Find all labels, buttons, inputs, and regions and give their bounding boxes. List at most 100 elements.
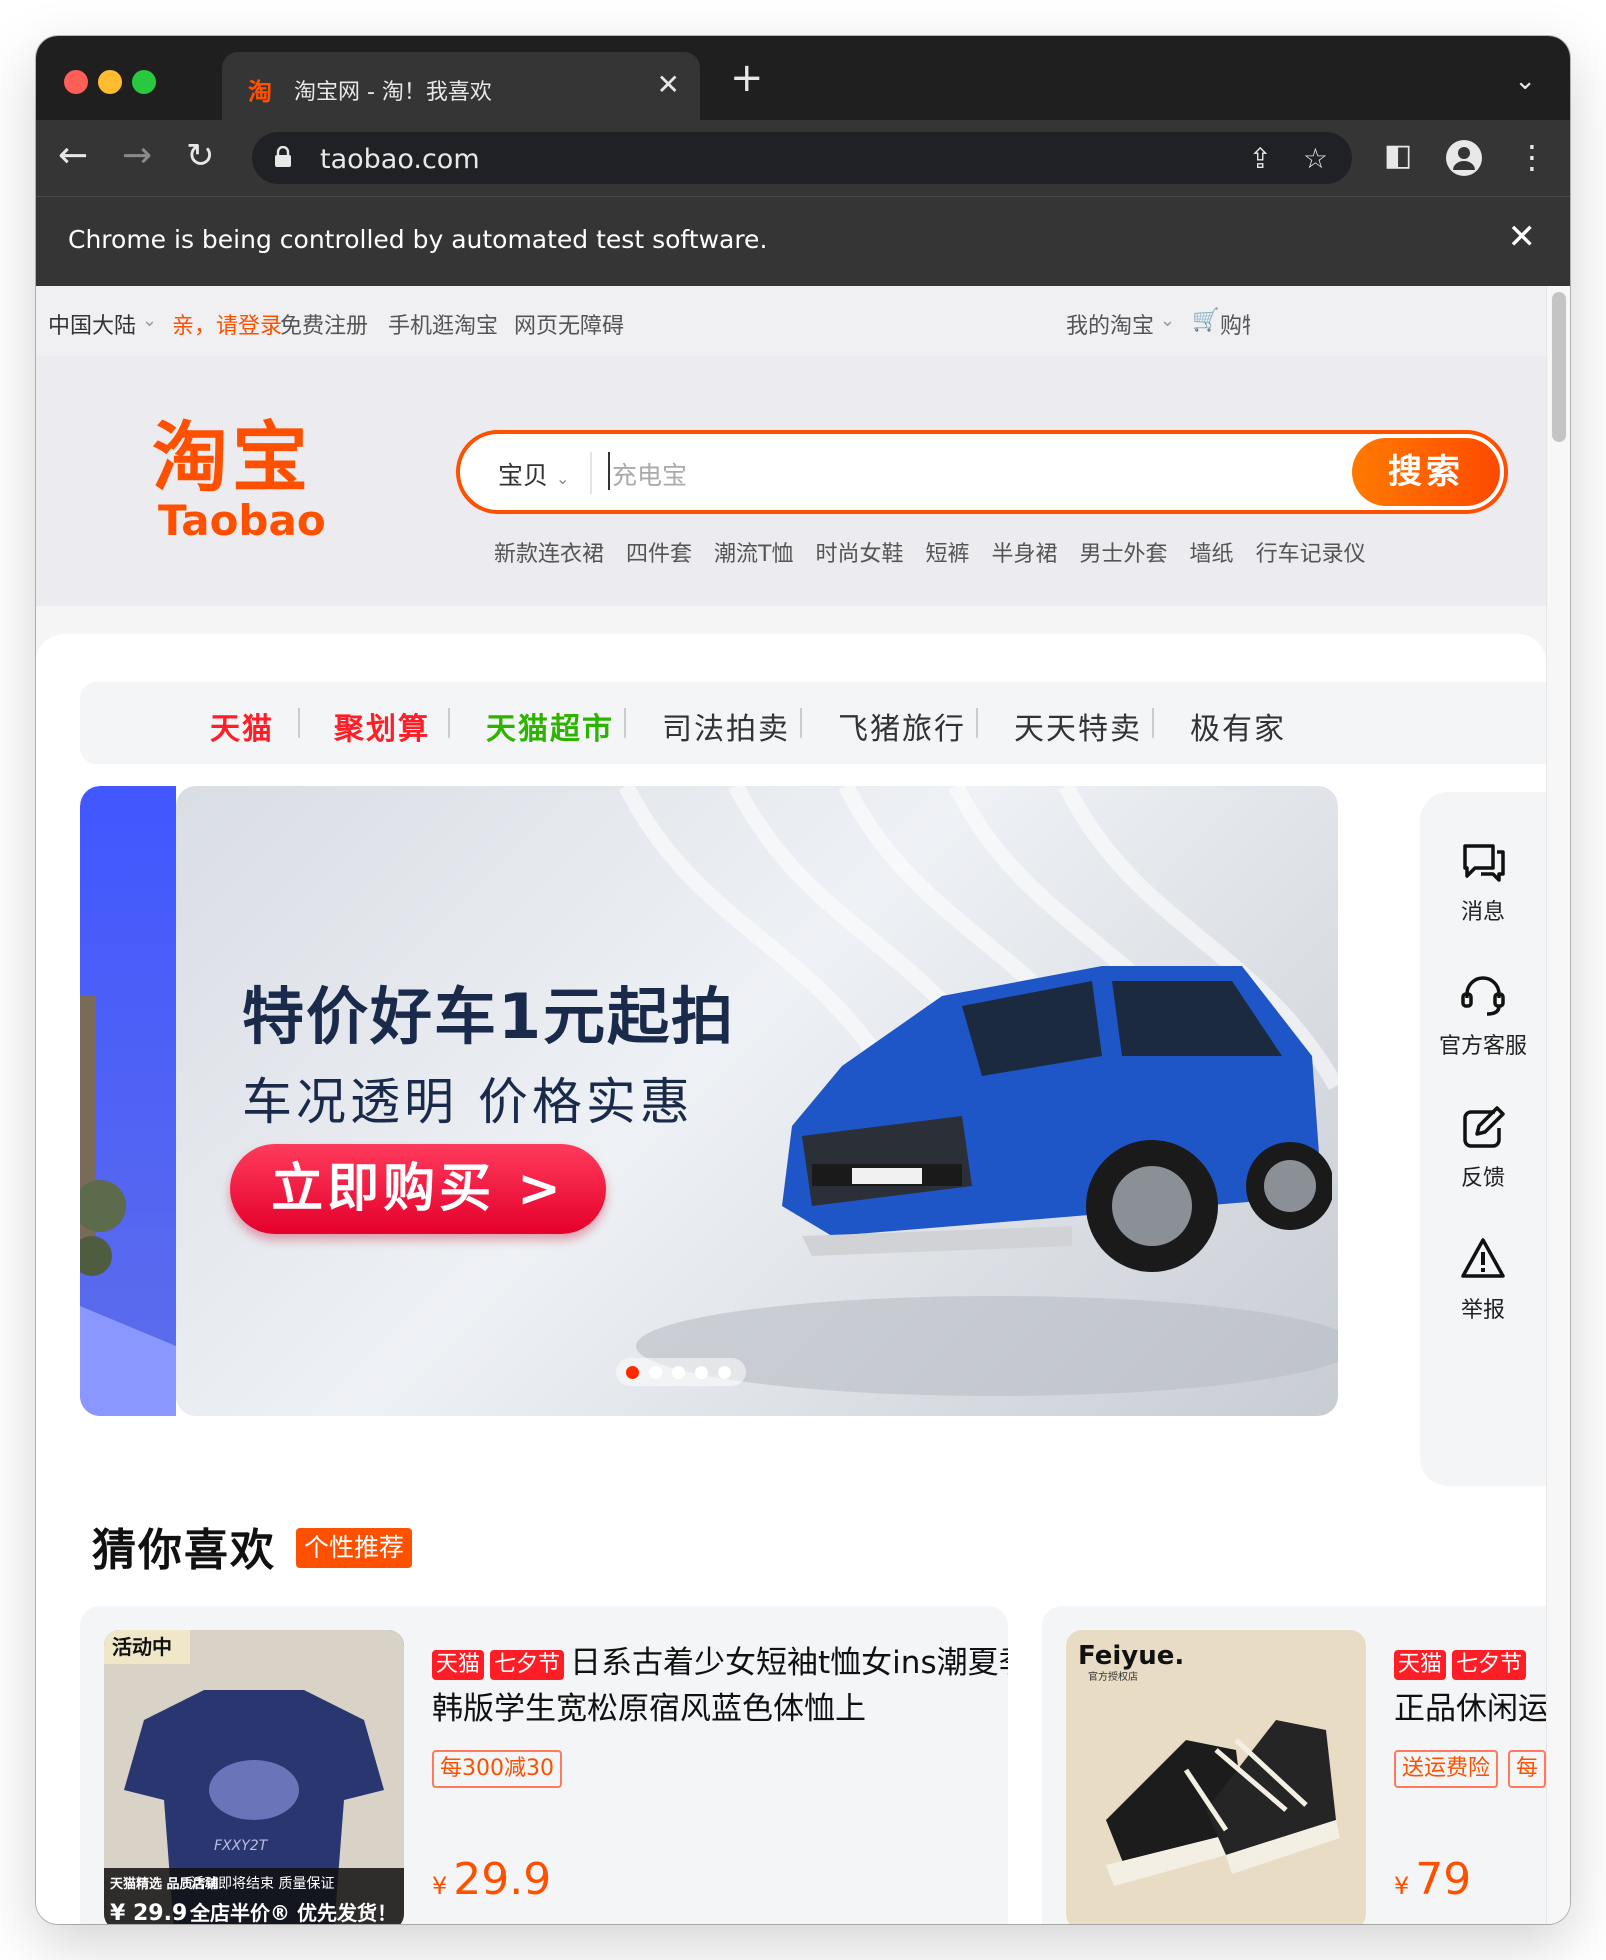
feedback-button[interactable]: 反馈 xyxy=(1420,1104,1546,1192)
minimize-window-button[interactable] xyxy=(98,70,122,94)
tmall-badge: 天猫 xyxy=(1394,1649,1447,1680)
coupon-tag: 每300减30 xyxy=(432,1750,562,1788)
carousel-indicator xyxy=(616,1358,746,1386)
previous-slide-peek[interactable] xyxy=(80,786,176,1416)
divider xyxy=(624,708,626,738)
channel-juhuasuan[interactable]: 聚划算 xyxy=(334,704,430,748)
product-title[interactable]: 天猫 七夕节 日系古着少女短袖t恤女ins潮夏季韩版学生宽松原宿风蓝色体恤上 每30… xyxy=(432,1640,1008,1788)
banner-headline: 特价好车1元起拍 xyxy=(242,980,736,1053)
profile-avatar-icon[interactable] xyxy=(1446,140,1482,176)
zoom-window-button[interactable] xyxy=(132,70,156,94)
channel-daily-sale[interactable]: 天天特卖 xyxy=(1014,704,1142,748)
mobile-link[interactable]: 手机逛淘宝 xyxy=(388,308,498,340)
hotword-link[interactable]: 男士外套 xyxy=(1080,542,1168,567)
region-selector[interactable]: 中国大陆 xyxy=(48,308,136,340)
product-title[interactable]: 天猫七夕节 正品休闲运动鞋 送运费险每 xyxy=(1394,1640,1546,1788)
bookmark-star-icon[interactable]: ☆ xyxy=(1303,142,1328,175)
browser-toolbar: ← → ↻ taobao.com ⇪ ☆ ◧ ⋮ xyxy=(36,120,1570,196)
headset-icon xyxy=(1461,976,1505,1016)
product-image[interactable]: FXXY2T 活动中 天猫精选 品质店铺 活动即将结束 质量保证 ¥ 29.9 … xyxy=(104,1630,404,1924)
hotword-link[interactable]: 四件套 xyxy=(626,542,692,567)
login-link[interactable]: 亲，请登录 xyxy=(172,308,282,340)
channel-nav: 天猫 聚划算 天猫超市 司法拍卖 飞猪旅行 天天特卖 极有家 xyxy=(80,682,1546,764)
browser-tab[interactable]: 淘 淘宝网 - 淘！我喜欢 ✕ xyxy=(222,52,700,120)
divider xyxy=(590,452,592,494)
close-window-button[interactable] xyxy=(64,70,88,94)
chevron-down-icon[interactable]: ⌄ xyxy=(1160,310,1175,331)
chevron-down-icon[interactable]: ⌄ xyxy=(1514,66,1536,96)
image-caption: 活动即将结束 质量保证 xyxy=(190,1876,334,1892)
channel-jiyoujia[interactable]: 极有家 xyxy=(1190,704,1286,748)
taobao-logo-text[interactable]: Taobao xyxy=(158,498,326,544)
text-caret xyxy=(608,452,610,490)
divider xyxy=(976,708,978,738)
register-link[interactable]: 免费注册 xyxy=(280,308,368,340)
hotword-link[interactable]: 潮流T恤 xyxy=(714,542,793,567)
search-category-select[interactable]: 宝贝 ⌄ xyxy=(498,456,569,492)
carousel-dot[interactable] xyxy=(695,1366,708,1379)
new-tab-icon[interactable]: + xyxy=(730,58,764,98)
search-button[interactable]: 搜索 xyxy=(1352,438,1500,506)
channel-fliggy[interactable]: 飞猪旅行 xyxy=(838,704,966,748)
carousel-dot[interactable] xyxy=(649,1366,662,1379)
product-card[interactable]: Feiyue. 官方授权店 天猫七夕节 正品休闲运动鞋 送运费险每 xyxy=(1042,1606,1546,1924)
hotword-link[interactable]: 时尚女鞋 xyxy=(815,542,903,567)
messages-label: 消息 xyxy=(1460,900,1505,925)
forward-arrow-icon[interactable]: → xyxy=(122,134,152,178)
carousel-dot[interactable] xyxy=(626,1366,639,1379)
product-price: ¥79 xyxy=(1394,1854,1472,1905)
address-bar[interactable]: taobao.com ⇪ ☆ xyxy=(252,132,1352,184)
tmall-badge: 天猫 xyxy=(432,1649,485,1680)
taobao-logo[interactable]: 淘宝 xyxy=(152,418,312,498)
blue-suv-icon xyxy=(782,966,1332,1272)
channel-tmall[interactable]: 天猫 xyxy=(210,704,274,748)
scrollbar-thumb[interactable] xyxy=(1552,292,1566,442)
promo-banner[interactable]: 特价好车1元起拍 车况透明 价格实惠 立即购买 > xyxy=(80,786,1338,1416)
browser-window: 淘 淘宝网 - 淘！我喜欢 ✕ + ⌄ ← → ↻ taobao.com ⇪ ☆… xyxy=(36,36,1570,1924)
carousel-dot[interactable] xyxy=(718,1366,731,1379)
hotword-link[interactable]: 行车记录仪 xyxy=(1256,542,1366,567)
brand-sub: 官方授权店 xyxy=(1088,1670,1138,1683)
hotword-link[interactable]: 新款连衣裙 xyxy=(494,542,604,567)
side-panel-icon[interactable]: ◧ xyxy=(1384,138,1412,173)
image-promo: 全店半价® 优先发货！ xyxy=(189,1901,397,1924)
share-icon[interactable]: ⇪ xyxy=(1249,142,1272,175)
report-button[interactable]: 举报 xyxy=(1420,1236,1546,1324)
taobao-favicon-icon: 淘 xyxy=(248,78,272,106)
reload-icon[interactable]: ↻ xyxy=(186,134,215,178)
channel-judicial-auction[interactable]: 司法拍卖 xyxy=(662,704,790,748)
my-taobao-link[interactable]: 我的淘宝 xyxy=(1066,308,1154,340)
messages-button[interactable]: 消息 xyxy=(1420,840,1546,926)
cart-link[interactable]: 购物车 xyxy=(1220,308,1250,340)
edit-icon xyxy=(1463,1106,1505,1148)
url-text[interactable]: taobao.com xyxy=(320,144,480,175)
product-card[interactable]: FXXY2T 活动中 天猫精选 品质店铺 活动即将结束 质量保证 ¥ 29.9 … xyxy=(80,1606,1008,1924)
channel-tmall-supermarket[interactable]: 天猫超市 xyxy=(486,704,614,748)
close-infobar-icon[interactable]: ✕ xyxy=(1508,217,1537,257)
hotword-link[interactable]: 墙纸 xyxy=(1190,542,1234,567)
shirt-print-text: FXXY2T xyxy=(214,1838,269,1854)
buy-now-button[interactable]: 立即购买 > xyxy=(230,1144,606,1234)
title-bar: 淘 淘宝网 - 淘！我喜欢 ✕ + ⌄ xyxy=(36,36,1570,120)
chevron-down-icon[interactable]: ⌄ xyxy=(142,310,157,331)
main-content: 天猫 聚划算 天猫超市 司法拍卖 飞猪旅行 天天特卖 极有家 特价好车1元起拍 … xyxy=(36,634,1546,1924)
slide-car-auction[interactable]: 特价好车1元起拍 车况透明 价格实惠 立即购买 > xyxy=(176,786,1338,1416)
back-arrow-icon[interactable]: ← xyxy=(58,134,88,178)
close-tab-icon[interactable]: ✕ xyxy=(657,68,680,101)
accessibility-link[interactable]: 网页无障碍 xyxy=(514,308,624,340)
hotword-link[interactable]: 短裤 xyxy=(926,542,970,567)
carousel-dot[interactable] xyxy=(672,1366,685,1379)
report-label: 举报 xyxy=(1460,1298,1505,1323)
page-scrollbar[interactable] xyxy=(1546,286,1570,1924)
customer-service-button[interactable]: 官方客服 xyxy=(1420,972,1546,1060)
feedback-label: 反馈 xyxy=(1460,1166,1505,1191)
cart-icon[interactable]: 🛒 xyxy=(1192,308,1219,333)
personalized-tag: 个性推荐 xyxy=(296,1528,413,1568)
hotword-link[interactable]: 半身裙 xyxy=(992,542,1058,567)
search-input[interactable]: 充电宝 xyxy=(612,456,687,492)
product-image[interactable]: Feiyue. 官方授权店 xyxy=(1066,1630,1366,1924)
divider xyxy=(448,708,450,738)
chat-bubble-icon xyxy=(1463,844,1505,882)
header: 淘宝 Taobao 宝贝 ⌄ 充电宝 搜索 新款连衣裙 四件套 潮流T恤 时尚女鞋 短裤… xyxy=(36,356,1546,606)
more-menu-icon[interactable]: ⋮ xyxy=(1516,138,1548,176)
